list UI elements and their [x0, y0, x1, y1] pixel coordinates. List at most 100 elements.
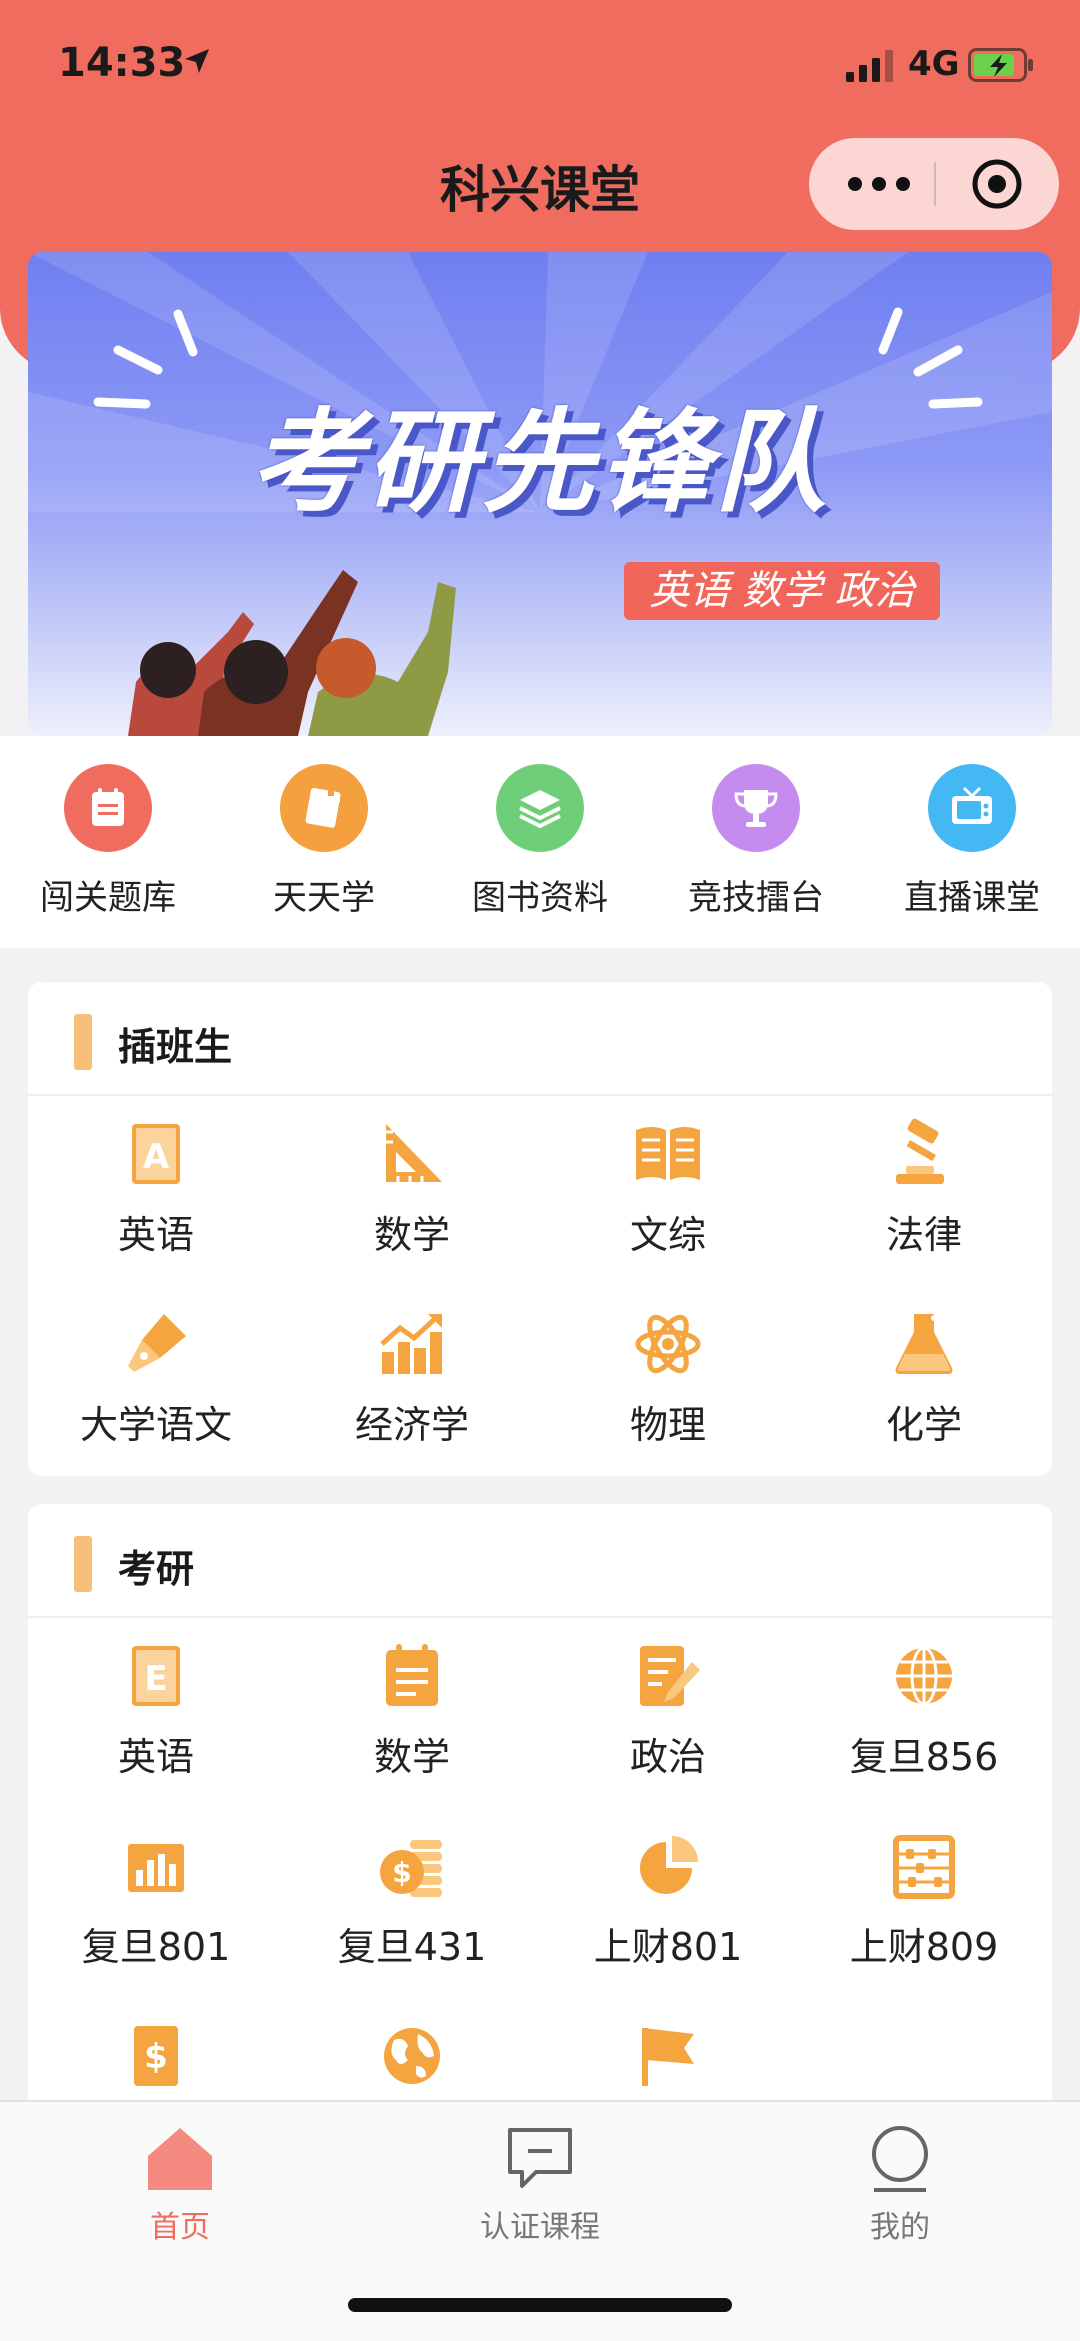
globe-icon	[896, 1646, 952, 1706]
pie-chart-icon	[640, 1836, 698, 1894]
atom-icon	[635, 1314, 701, 1374]
section-title: 插班生	[118, 1025, 233, 1069]
svg-text:A: A	[143, 1137, 170, 1177]
course-pg-english[interactable]: E 英语	[28, 1640, 284, 1781]
network-type: 4G	[908, 44, 960, 84]
course-fudan-431[interactable]: $ 复旦431	[284, 1830, 540, 1971]
course-label: 英语	[117, 1735, 194, 1779]
course-sufe-809[interactable]: 上财809	[796, 1830, 1052, 1971]
tab-label: 我的	[870, 2210, 930, 2245]
promo-banner[interactable]: 考研先锋队 英语 数学 政治	[28, 252, 1052, 736]
dollar-doc-icon: $	[134, 2026, 178, 2086]
tab-home[interactable]: 首页	[70, 2122, 290, 2246]
more-options-icon[interactable]	[839, 156, 919, 212]
profile-icon	[872, 2126, 928, 2192]
tab-certified-courses[interactable]: 认证课程	[430, 2122, 650, 2246]
course-label: 上财801	[593, 1925, 743, 1969]
course-label: 化学	[885, 1403, 962, 1447]
course-label: 政治	[629, 1735, 706, 1779]
coins-icon: $	[380, 1840, 442, 1897]
course-item-finance[interactable]: $	[28, 2020, 284, 2106]
banner-subjects-tag: 英语 数学 政治	[624, 562, 940, 620]
bar-chart-icon	[128, 1844, 184, 1892]
quick-item-daily-study[interactable]: 天天学	[224, 764, 424, 919]
course-label: 复旦856	[849, 1735, 999, 1779]
close-miniprogram-icon[interactable]	[969, 156, 1025, 212]
earth-icon	[384, 2028, 440, 2084]
course-label: 复旦431	[337, 1925, 487, 1969]
course-fudan-856[interactable]: 复旦856	[796, 1640, 1052, 1781]
banner-title: 考研先锋队	[250, 398, 830, 528]
svg-text:E: E	[144, 1659, 167, 1699]
section-header: 插班生	[28, 982, 1052, 1096]
capsule-divider	[934, 162, 936, 206]
quick-item-arena[interactable]: 竞技擂台	[656, 764, 856, 919]
course-liberal-arts[interactable]: 文综	[540, 1118, 796, 1259]
quick-menu: 闯关题库 天天学 图书资料 竞技擂台 直播课堂	[0, 736, 1080, 948]
e-book-icon: E	[132, 1646, 180, 1706]
section-card-postgraduate: 考研 E 英语 数学 政治 复旦856 复旦801 $ 复旦431 上财801 …	[28, 1504, 1052, 2124]
quick-item-question-bank[interactable]: 闯关题库	[8, 764, 208, 919]
course-label: 英语	[117, 1213, 194, 1257]
miniprogram-capsule	[809, 138, 1059, 230]
quick-item-label: 竞技擂台	[688, 878, 824, 918]
ruler-icon	[386, 1124, 442, 1182]
course-law[interactable]: 法律	[796, 1118, 1052, 1259]
quick-item-books[interactable]: 图书资料	[440, 764, 640, 919]
svg-text:$: $	[392, 1856, 411, 1889]
books-icon	[496, 764, 584, 852]
tab-profile[interactable]: 我的	[790, 2122, 1010, 2246]
course-label: 法律	[885, 1213, 962, 1257]
tv-icon	[928, 764, 1016, 852]
course-fudan-801[interactable]: 复旦801	[28, 1830, 284, 1971]
battery-icon	[968, 48, 1033, 82]
abacus-icon	[893, 1835, 955, 1899]
tab-label: 认证课程	[480, 2210, 600, 2245]
course-item-world[interactable]	[284, 2020, 540, 2106]
section-card-transfer: 插班生 A 英语 数学 文综 法律 大学语文 经济学 物理 化学	[28, 982, 1052, 1476]
course-physics[interactable]: 物理	[540, 1308, 796, 1449]
course-pg-politics[interactable]: 政治	[540, 1640, 796, 1781]
course-label: 大学语文	[79, 1403, 232, 1447]
growth-chart-icon	[380, 1314, 442, 1374]
section-title: 考研	[118, 1547, 195, 1591]
course-sufe-801[interactable]: 上财801	[540, 1830, 796, 1971]
location-arrow-icon	[185, 49, 209, 73]
flask-icon	[895, 1314, 953, 1374]
home-indicator[interactable]	[348, 2298, 732, 2312]
notepad-icon	[386, 1644, 438, 1706]
course-pg-math[interactable]: 数学	[284, 1640, 540, 1781]
quick-item-label: 图书资料	[472, 878, 608, 918]
quick-item-label: 天天学	[273, 878, 375, 918]
pen-nib-icon	[128, 1314, 186, 1372]
course-english[interactable]: A 英语	[28, 1118, 284, 1259]
open-book-icon	[636, 1127, 700, 1180]
flag-icon	[642, 2028, 694, 2086]
course-label: 上财809	[849, 1925, 999, 1969]
signal-icon	[846, 50, 893, 82]
quick-item-live[interactable]: 直播课堂	[872, 764, 1072, 919]
quick-item-label: 直播课堂	[904, 878, 1040, 918]
course-item-flag[interactable]	[540, 2020, 796, 2106]
question-bank-icon	[64, 764, 152, 852]
people-illustration	[128, 570, 456, 736]
document-edit-icon	[640, 1646, 700, 1706]
course-label: 经济学	[354, 1403, 469, 1447]
course-label: 复旦801	[81, 1925, 231, 1969]
status-bar: 14:33 4G	[0, 0, 1080, 130]
english-book-icon: A	[132, 1124, 180, 1184]
course-label: 数学	[373, 1735, 450, 1779]
chat-icon	[508, 2128, 572, 2188]
daily-study-icon	[280, 764, 368, 852]
course-economics[interactable]: 经济学	[284, 1308, 540, 1449]
quick-item-label: 闯关题库	[40, 878, 176, 918]
gavel-icon	[896, 1118, 944, 1184]
course-label: 文综	[629, 1213, 706, 1257]
course-math[interactable]: 数学	[284, 1118, 540, 1259]
course-chinese[interactable]: 大学语文	[28, 1308, 284, 1449]
course-label: 物理	[629, 1403, 706, 1447]
course-chemistry[interactable]: 化学	[796, 1308, 1052, 1449]
section-header: 考研	[28, 1504, 1052, 1618]
trophy-icon	[712, 764, 800, 852]
course-label: 数学	[373, 1213, 450, 1257]
